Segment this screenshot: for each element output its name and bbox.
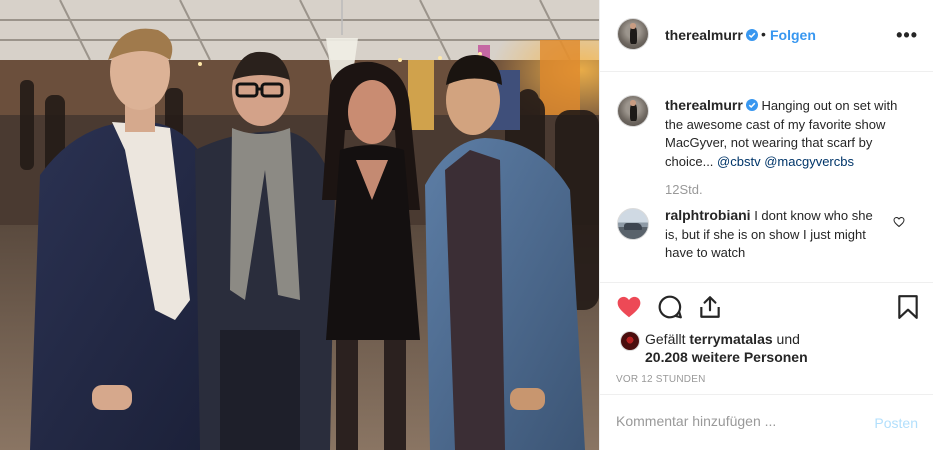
author-avatar[interactable] xyxy=(617,18,649,50)
mention-macgyvercbs[interactable]: @macgyvercbs xyxy=(764,154,854,169)
post-sidebar: therealmurr • Folgen ••• therealmurr Han… xyxy=(599,0,933,450)
commenter-avatar[interactable] xyxy=(617,208,649,240)
verified-badge-icon xyxy=(745,99,758,111)
post-photo[interactable] xyxy=(0,0,599,450)
follow-button[interactable]: Folgen xyxy=(770,27,816,43)
comment-username[interactable]: ralphtrobiani xyxy=(665,207,751,223)
likes-text: Gefällt terrymatalas und 20.208 weitere … xyxy=(645,330,808,366)
liker-username[interactable]: terrymatalas xyxy=(689,331,772,347)
post-caption: therealmurr Hanging out on set with the … xyxy=(665,96,915,171)
verified-badge-icon xyxy=(746,29,758,41)
likes-prefix: Gefällt xyxy=(645,331,686,347)
more-horizontal-icon[interactable]: ••• xyxy=(896,25,918,46)
post-comment-button[interactable]: Posten xyxy=(874,415,918,431)
caption-timestamp: 12Std. xyxy=(665,182,703,197)
comment-item: ralphtrobiani I dont know who she is, bu… xyxy=(665,206,883,263)
author-username[interactable]: therealmurr xyxy=(665,27,743,43)
comment-bubble-icon[interactable] xyxy=(657,294,683,320)
likes-others-count[interactable]: 20.208 weitere Personen xyxy=(645,349,808,365)
post-timestamp: VOR 12 STUNDEN xyxy=(616,374,706,385)
like-heart-icon[interactable] xyxy=(616,294,642,320)
liker-avatar[interactable] xyxy=(620,331,640,351)
add-comment-bar: Posten xyxy=(600,394,933,450)
comment-like-heart-icon[interactable] xyxy=(893,216,905,228)
instagram-post-modal: therealmurr • Folgen ••• therealmurr Han… xyxy=(0,0,933,450)
caption-username[interactable]: therealmurr xyxy=(665,97,743,113)
follow-separator: • xyxy=(761,26,766,42)
post-header: therealmurr • Folgen ••• xyxy=(600,0,933,72)
share-upload-icon[interactable] xyxy=(697,294,723,320)
save-bookmark-icon[interactable] xyxy=(895,294,921,320)
group-photo-image xyxy=(0,0,599,450)
caption-author-avatar[interactable] xyxy=(617,95,649,127)
mention-cbstv[interactable]: @cbstv xyxy=(717,154,761,169)
comment-input[interactable] xyxy=(616,413,856,429)
likes-conjunction: und xyxy=(776,331,800,347)
